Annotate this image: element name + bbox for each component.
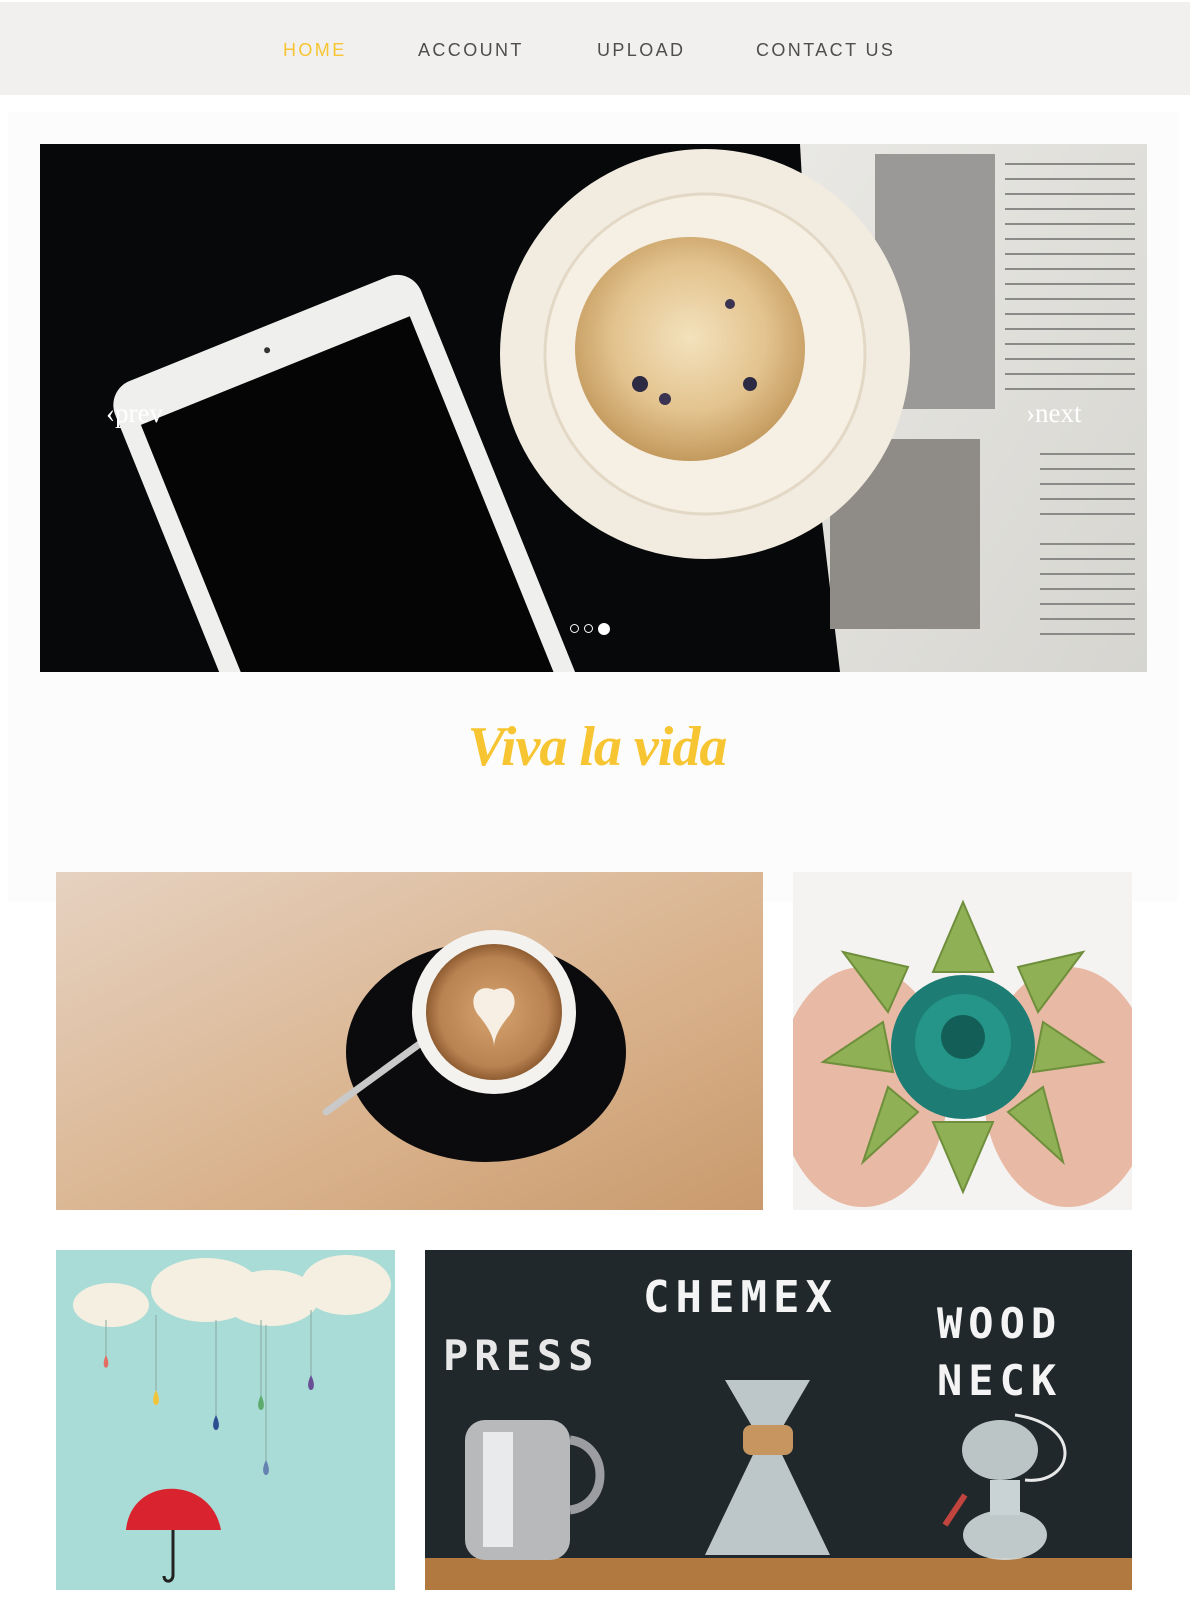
chalk-word-neck: NECK xyxy=(937,1356,1062,1405)
chalk-word-wood: WOOD xyxy=(937,1299,1062,1348)
slider-dots xyxy=(570,623,610,635)
gallery-image-latte[interactable] xyxy=(56,872,763,1210)
chalkboard-coffee-image: CHEMEX PRESS WOOD NECK xyxy=(425,1250,1132,1590)
slider-dot-3[interactable] xyxy=(598,623,610,635)
top-nav: HOME ACCOUNT UPLOAD CONTACT US xyxy=(0,0,1190,95)
slider-dot-2[interactable] xyxy=(584,624,593,633)
gallery-image-paper-clouds[interactable] xyxy=(56,1250,395,1590)
slider-dot-1[interactable] xyxy=(570,624,579,633)
gallery-image-chalkboard-coffee[interactable]: CHEMEX PRESS WOOD NECK xyxy=(425,1250,1132,1590)
tagline: Viva la vida xyxy=(467,716,728,778)
plate-with-scone xyxy=(500,149,910,559)
slider-next-button[interactable]: ›next xyxy=(1026,398,1081,429)
nav-contact-us-link[interactable]: CONTACT US xyxy=(756,40,895,61)
slider-prev-button[interactable]: ‹prev xyxy=(106,398,163,429)
chalk-word-press: PRESS xyxy=(443,1331,599,1380)
paper-clouds-image xyxy=(56,1250,395,1590)
nav-upload-link[interactable]: UPLOAD xyxy=(597,40,685,61)
image-slider: ‹prev ›next xyxy=(40,144,1147,672)
nav-home-link[interactable]: HOME xyxy=(283,40,347,61)
gallery-image-paper-lotus[interactable] xyxy=(793,872,1132,1210)
paper-lotus-image xyxy=(793,872,1132,1210)
chalk-word-chemex: CHEMEX xyxy=(643,1272,838,1323)
slide-image-ipad-scone xyxy=(40,144,1147,672)
latte-image xyxy=(56,872,763,1210)
nav-account-link[interactable]: ACCOUNT xyxy=(418,40,524,61)
